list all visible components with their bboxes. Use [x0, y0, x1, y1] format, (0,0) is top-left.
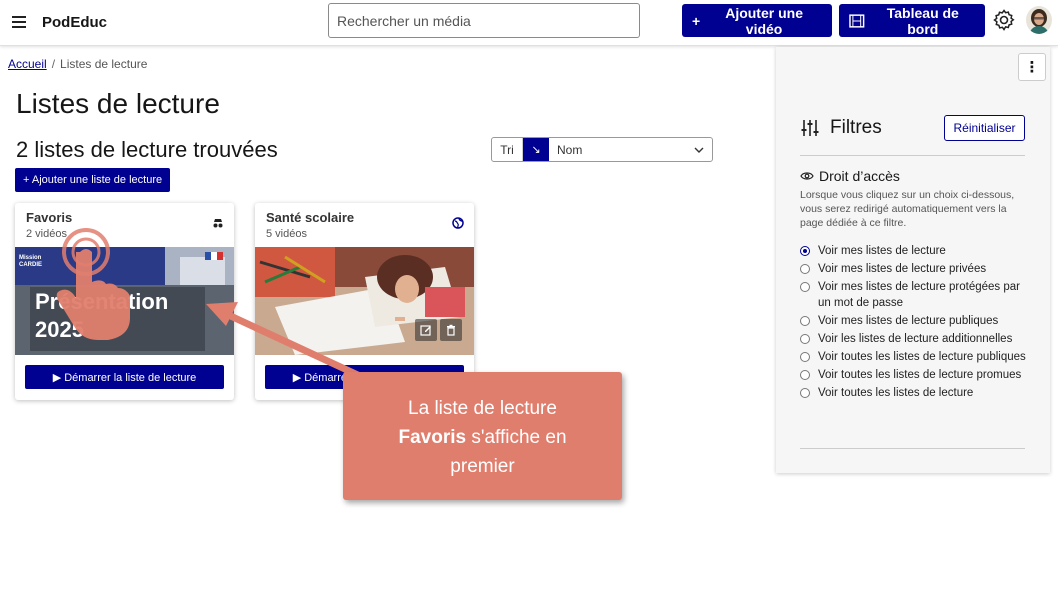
filters-title: Filtres	[830, 117, 882, 138]
playlist-card: Favoris 2 vidéos Mission CARDIE Présenta…	[15, 203, 234, 400]
add-playlist-button[interactable]: + Ajouter une liste de lecture	[15, 168, 171, 192]
radio-option-private[interactable]: Voir mes listes de lecture privées	[800, 261, 1030, 277]
filters-heading: Filtres	[800, 117, 882, 139]
sort-selected-value: Nom	[557, 142, 583, 157]
playlist-thumbnail[interactable]: Mission CARDIE Présentation 2025	[15, 247, 234, 355]
callout-line1: La liste de lecture	[408, 398, 557, 419]
tutorial-callout: La liste de lecture Favoris s'affiche en…	[343, 372, 622, 500]
radio-option-my-playlists[interactable]: Voir mes listes de lecture	[800, 243, 1030, 259]
callout-highlight: Favoris	[398, 427, 467, 448]
gear-icon[interactable]	[992, 8, 1016, 32]
sort-direction-button[interactable]: ↘	[523, 138, 549, 161]
radio-button[interactable]	[800, 246, 810, 256]
callout-line2-rest: s'affiche en	[466, 427, 567, 448]
access-help-text: Lorsque vous cliquez sur un choix ci-des…	[800, 189, 1015, 229]
top-bar: PodEduc + Ajouter une vidéo Tableau de b…	[0, 0, 1058, 46]
radio-button[interactable]	[800, 388, 810, 398]
callout-line3: premier	[450, 456, 515, 477]
chevron-down-icon	[694, 147, 704, 153]
edit-icon[interactable]	[415, 319, 437, 341]
breadcrumb-current: Listes de lecture	[60, 57, 148, 71]
avatar[interactable]	[1026, 6, 1052, 34]
dashboard-label: Tableau de bord	[886, 4, 959, 37]
radio-option-all[interactable]: Voir toutes les listes de lecture	[800, 385, 1030, 401]
add-video-label: Ajouter une vidéo	[725, 4, 803, 37]
radio-label: Voir toutes les listes de lecture publiq…	[818, 351, 1026, 363]
radio-button[interactable]	[800, 370, 810, 380]
radio-option-all-public[interactable]: Voir toutes les listes de lecture publiq…	[800, 349, 1030, 365]
radio-label: Voir les listes de lecture additionnelle…	[818, 333, 1013, 345]
radio-option-promoted[interactable]: Voir toutes les listes de lecture promue…	[800, 367, 1030, 383]
breadcrumb-home-link[interactable]: Accueil	[8, 57, 47, 71]
thumbnail-title-line2: 2025	[35, 317, 84, 342]
radio-button[interactable]	[800, 282, 810, 292]
filters-panel: ⋮ Filtres Réinitialiser Droit d’accès Lo…	[776, 47, 1050, 473]
radio-label: Voir mes listes de lecture publiques	[818, 315, 999, 327]
thumbnail-title-line1: Présentation	[35, 289, 168, 314]
search-input[interactable]	[328, 3, 640, 38]
card-title[interactable]: Santé scolaire	[266, 210, 354, 225]
breadcrumb-separator: /	[51, 57, 56, 71]
radio-option-protected[interactable]: Voir mes listes de lecture protégées par…	[800, 279, 1030, 311]
radio-label: Voir mes listes de lecture privées	[818, 263, 987, 275]
more-options-icon[interactable]: ⋮	[1018, 53, 1046, 81]
svg-text:CARDIE: CARDIE	[19, 262, 42, 268]
access-title-label: Droit d’accès	[819, 168, 900, 184]
access-section-title: Droit d’accès	[800, 168, 900, 184]
page-title: Listes de lecture	[16, 88, 220, 119]
sort-label: Tri	[492, 138, 523, 161]
divider	[800, 155, 1025, 156]
radio-button[interactable]	[800, 334, 810, 344]
radio-button[interactable]	[800, 316, 810, 326]
thumbnail-actions	[415, 319, 462, 341]
menu-icon[interactable]	[12, 16, 26, 28]
radio-label: Voir mes listes de lecture	[818, 245, 946, 257]
playlist-card: Santé scolaire 5 vidéos ▶ Démarrer la li…	[255, 203, 474, 400]
start-playlist-label: Démarrer la liste de lecture	[64, 371, 197, 384]
dashboard-button[interactable]: Tableau de bord	[839, 4, 985, 37]
radio-button[interactable]	[800, 264, 810, 274]
playlist-thumbnail[interactable]	[255, 247, 474, 355]
eye-icon	[800, 172, 814, 180]
plus-icon: +	[692, 12, 701, 29]
spy-icon	[213, 219, 223, 228]
card-title[interactable]: Favoris	[26, 210, 72, 225]
radio-option-my-public[interactable]: Voir mes listes de lecture publiques	[800, 313, 1030, 329]
radio-label: Voir mes listes de lecture protégées par…	[818, 281, 1020, 309]
sort-control: Tri ↘ Nom	[491, 137, 713, 162]
card-video-count: 2 vidéos	[26, 228, 67, 240]
divider	[800, 448, 1025, 449]
radio-button[interactable]	[800, 352, 810, 362]
radio-label: Voir toutes les listes de lecture promue…	[818, 369, 1022, 381]
add-video-button[interactable]: + Ajouter une vidéo	[682, 4, 832, 37]
brand-name[interactable]: PodEduc	[42, 14, 107, 31]
radio-option-additional[interactable]: Voir les listes de lecture additionnelle…	[800, 331, 1030, 347]
callout-line2: Favoris s'affiche en	[343, 423, 622, 452]
delete-icon[interactable]	[440, 319, 462, 341]
breadcrumb: Accueil / Listes de lecture	[8, 57, 147, 71]
globe-icon	[452, 217, 464, 229]
reset-filters-button[interactable]: Réinitialiser	[944, 115, 1025, 141]
access-radio-group: Voir mes listes de lecture Voir mes list…	[800, 243, 1030, 403]
film-icon	[849, 13, 865, 28]
thumbnail-image: Mission CARDIE Présentation 2025	[15, 247, 234, 355]
card-video-count: 5 vidéos	[266, 228, 307, 240]
svg-text:Mission: Mission	[19, 255, 42, 261]
results-count: 2 listes de lecture trouvées	[16, 137, 278, 162]
sort-select[interactable]: Nom	[549, 138, 712, 161]
start-playlist-button[interactable]: ▶ Démarrer la liste de lecture	[25, 365, 224, 389]
sliders-icon	[801, 120, 819, 136]
radio-label: Voir toutes les listes de lecture	[818, 387, 974, 399]
